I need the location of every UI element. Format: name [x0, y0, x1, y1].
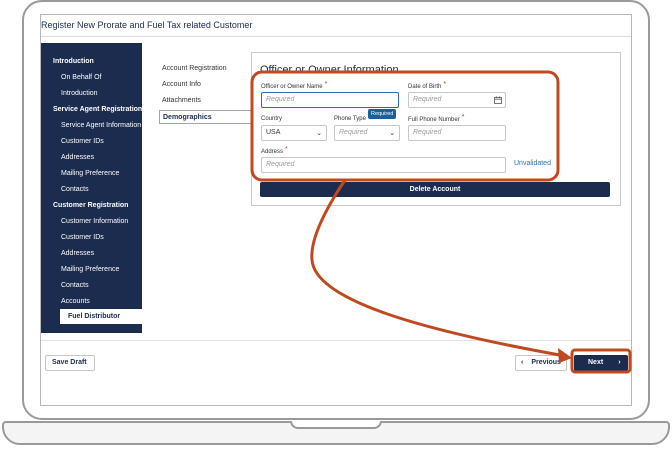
nav-item-service-agent-information[interactable]: Service Agent Information	[61, 122, 141, 129]
required-tooltip: Required	[368, 109, 397, 119]
nav-item-contacts[interactable]: Contacts	[61, 186, 89, 193]
phone-label: Full Phone Number *	[408, 114, 465, 123]
nav-item-on-behalf-of[interactable]: On Behalf Of	[61, 74, 101, 81]
left-nav: Introduction On Behalf Of Introduction S…	[41, 43, 142, 333]
nav-item-introduction[interactable]: Introduction	[53, 58, 94, 65]
next-button[interactable]: Next ›	[574, 355, 628, 371]
nav-item-mailing-preference[interactable]: Mailing Preference	[61, 170, 119, 177]
nav-item-addresses[interactable]: Addresses	[61, 154, 94, 161]
title-bar: Register New Prorate and Fuel Tax relate…	[41, 15, 631, 37]
nav-item-accounts[interactable]: Accounts	[61, 298, 90, 305]
delete-account-button[interactable]: Delete Account	[260, 182, 610, 197]
nav-item-customer-ids-2[interactable]: Customer IDs	[61, 234, 104, 241]
nav-item-introduction-sub[interactable]: Introduction	[61, 90, 98, 97]
officer-form-panel: Officer or Owner Information Officer or …	[251, 52, 621, 206]
officer-name-input[interactable]: Required	[261, 92, 399, 108]
nav-item-customer-registration[interactable]: Customer Registration	[53, 202, 128, 209]
country-select[interactable]: USA ⌄	[261, 125, 327, 141]
window-title: Register New Prorate and Fuel Tax relate…	[41, 20, 253, 30]
subnav-account-registration[interactable]: Account Registration	[162, 65, 227, 72]
country-label: Country	[261, 116, 283, 122]
footer-bar: Save Draft ‹ Previous Next ›	[41, 340, 631, 371]
dob-label: Date of Birth *	[408, 81, 447, 90]
save-draft-button[interactable]: Save Draft	[45, 355, 95, 371]
phone-type-label: Phone Type	[334, 116, 366, 122]
nav-item-mailing-preference-2[interactable]: Mailing Preference	[61, 266, 119, 273]
nav-item-customer-ids[interactable]: Customer IDs	[61, 138, 104, 145]
nav-item-addresses-2[interactable]: Addresses	[61, 250, 94, 257]
chevron-left-icon: ‹	[521, 359, 524, 366]
required-asterisk: *	[324, 81, 328, 88]
nav-item-service-agent-registration[interactable]: Service Agent Registration	[53, 106, 142, 113]
chevron-right-icon: ›	[618, 359, 621, 366]
subnav-demographics[interactable]: Demographics	[159, 110, 257, 124]
subnav-account-info[interactable]: Account Info	[162, 81, 201, 88]
officer-name-label: Officer or Owner Name *	[261, 81, 328, 90]
nav-item-contacts-2[interactable]: Contacts	[61, 282, 89, 289]
nav-item-customer-information[interactable]: Customer Information	[61, 218, 128, 225]
address-status-link[interactable]: Unvalidated	[514, 160, 551, 167]
chevron-down-icon: ⌄	[316, 130, 322, 137]
address-label: Address *	[261, 146, 288, 155]
form-title: Officer or Owner Information	[260, 64, 399, 76]
app-screen: Register New Prorate and Fuel Tax relate…	[40, 14, 632, 406]
calendar-icon[interactable]	[494, 96, 502, 104]
dob-input[interactable]: Required	[408, 92, 506, 108]
laptop-notch	[290, 421, 382, 429]
nav-item-fuel-distributor[interactable]: Fuel Distributor	[60, 309, 142, 324]
chevron-down-icon: ⌄	[389, 130, 395, 137]
previous-button[interactable]: ‹ Previous	[515, 355, 567, 371]
phone-input[interactable]: Required	[408, 125, 506, 141]
address-input[interactable]: Required	[261, 157, 506, 173]
phone-type-select[interactable]: Required ⌄	[334, 125, 400, 141]
subnav-attachments[interactable]: Attachments	[162, 97, 201, 104]
